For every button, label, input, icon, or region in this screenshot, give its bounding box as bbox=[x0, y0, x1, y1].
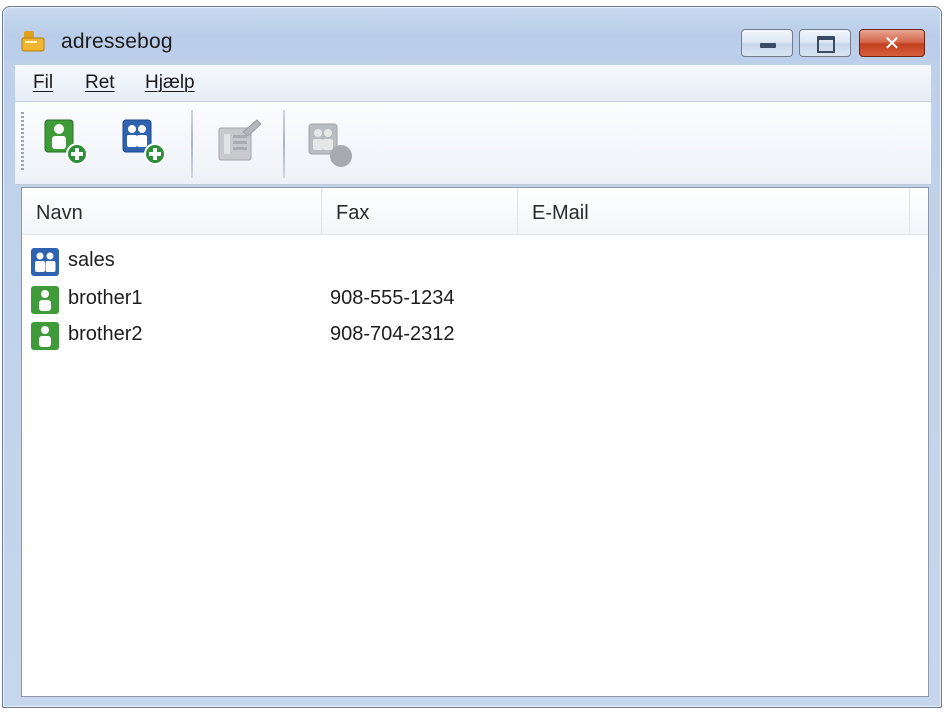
minimize-icon bbox=[760, 43, 776, 48]
column-header-email[interactable]: E-Mail bbox=[518, 188, 910, 234]
menu-fil[interactable]: Fil bbox=[33, 72, 53, 94]
list-row-contact[interactable]: brother1 908-555-1234 bbox=[22, 282, 928, 318]
list-row-group[interactable]: sales bbox=[22, 244, 928, 280]
minimize-button[interactable] bbox=[741, 29, 793, 57]
title-bar[interactable]: adressebog ✕ bbox=[3, 7, 941, 63]
delete-button[interactable] bbox=[305, 116, 355, 170]
toolbar-grip[interactable] bbox=[21, 112, 24, 172]
menu-bar: Fil Ret Hjælp bbox=[15, 65, 931, 102]
toolbar bbox=[15, 102, 931, 185]
maximize-icon bbox=[817, 36, 835, 53]
menu-ret[interactable]: Ret bbox=[85, 72, 115, 94]
maximize-button[interactable] bbox=[799, 29, 851, 57]
list-header: Navn Fax E-Mail bbox=[22, 188, 928, 235]
address-book-icon bbox=[21, 31, 45, 52]
close-button[interactable]: ✕ bbox=[859, 29, 925, 57]
row-fax: 908-555-1234 bbox=[330, 287, 455, 309]
column-header-name[interactable]: Navn bbox=[22, 188, 322, 234]
edit-icon bbox=[218, 119, 262, 161]
toolbar-separator bbox=[191, 110, 193, 178]
row-name: brother2 bbox=[68, 323, 143, 345]
row-name: brother1 bbox=[68, 287, 143, 309]
contact-icon bbox=[31, 286, 59, 314]
edit-button[interactable] bbox=[213, 116, 263, 170]
column-header-fax[interactable]: Fax bbox=[322, 188, 518, 234]
row-fax: 908-704-2312 bbox=[330, 323, 455, 345]
group-icon bbox=[31, 248, 59, 276]
menu-hjaelp[interactable]: Hjælp bbox=[145, 72, 195, 94]
row-name: sales bbox=[68, 249, 115, 271]
toolbar-separator bbox=[283, 110, 285, 178]
delete-icon bbox=[308, 123, 352, 167]
contact-icon bbox=[31, 322, 59, 350]
window-title: adressebog bbox=[61, 30, 173, 53]
add-group-icon bbox=[122, 119, 166, 165]
address-list[interactable]: Navn Fax E-Mail sales brother1 908-555-1… bbox=[21, 187, 929, 697]
new-contact-button[interactable] bbox=[41, 116, 91, 170]
list-row-contact[interactable]: brother2 908-704-2312 bbox=[22, 318, 928, 354]
close-icon: ✕ bbox=[883, 31, 901, 55]
new-group-button[interactable] bbox=[119, 116, 169, 170]
address-book-window: adressebog ✕ Fil Ret Hjælp Navn Fax E-Ma… bbox=[2, 6, 942, 708]
add-contact-icon bbox=[44, 119, 88, 165]
